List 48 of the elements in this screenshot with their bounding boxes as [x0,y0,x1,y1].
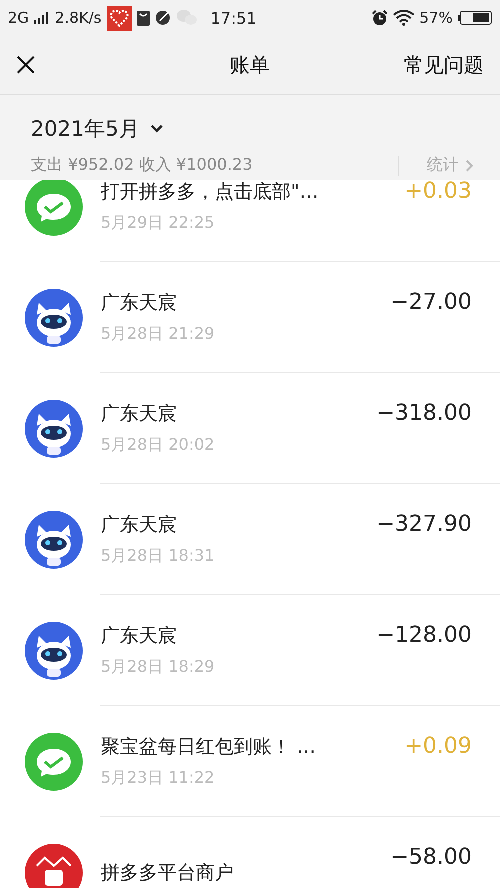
transaction-row[interactable]: 拼多多平台商户 −58.00 [0,817,500,888]
transaction-time: 5月23日 11:22 [101,768,216,789]
totals-text: 支出 ¥952.02 收入 ¥1000.23 [31,155,253,176]
transaction-time: 5月28日 21:29 [101,324,216,345]
transaction-row[interactable]: 打开拼多多，点击底部"… 5月29日 22:25 +0.03 [0,180,500,262]
battery-percent: 57% [420,9,453,27]
bag-icon [136,10,150,26]
page-title: 账单 [230,52,270,78]
transaction-title: 广东天宸 [101,513,178,538]
battery-icon [458,11,492,25]
transaction-row[interactable]: 广东天宸 5月28日 18:29 −128.00 [0,595,500,706]
transaction-row[interactable]: 广东天宸 5月28日 20:02 −318.00 [0,373,500,484]
transaction-time: 5月28日 18:31 [101,546,216,567]
clock-time: 17:51 [210,8,257,28]
faq-link[interactable]: 常见问题 [404,52,484,78]
transaction-title: 拼多多平台商户 [101,860,235,886]
transaction-row[interactable]: 聚宝盆每日红包到账！ … 5月23日 11:22 +0.09 [0,706,500,817]
transaction-amount: −58.00 [390,845,472,870]
transaction-amount: +0.03 [404,180,472,204]
transaction-title: 广东天宸 [101,402,178,427]
signal-icon [34,12,50,24]
transaction-amount: −327.90 [376,512,472,537]
transaction-time: 5月28日 18:29 [101,657,216,678]
heart-app-icon [106,6,132,30]
month-selector[interactable]: 2021年5月 [31,115,140,143]
transaction-time: 5月28日 20:02 [101,435,216,456]
transaction-row[interactable]: 广东天宸 5月28日 18:31 −327.90 [0,484,500,595]
robot-icon [25,622,83,680]
transaction-amount: −128.00 [376,623,472,648]
network-speed: 2.8K/s [55,9,102,27]
transaction-time: 5月29日 22:25 [101,213,216,234]
transaction-title: 打开拼多多，点击底部"… [101,180,320,205]
network-type: 2G [8,9,30,27]
robot-icon [25,288,83,346]
chat-check-icon [25,732,83,790]
transaction-amount: −27.00 [390,290,472,315]
transaction-title: 广东天宸 [101,291,178,316]
transaction-title: 广东天宸 [101,624,178,649]
alarm-icon [372,10,388,26]
chevron-down-icon[interactable] [150,124,164,134]
wifi-icon [392,10,415,26]
transaction-amount: −318.00 [376,401,472,426]
transaction-row[interactable]: 广东天宸 5月28日 21:29 −27.00 [0,262,500,373]
close-icon[interactable] [16,55,36,75]
transaction-amount: +0.09 [404,734,472,759]
robot-icon [25,510,83,568]
robot-icon [25,400,83,458]
transaction-title: 聚宝盆每日红包到账！ … [101,735,318,760]
